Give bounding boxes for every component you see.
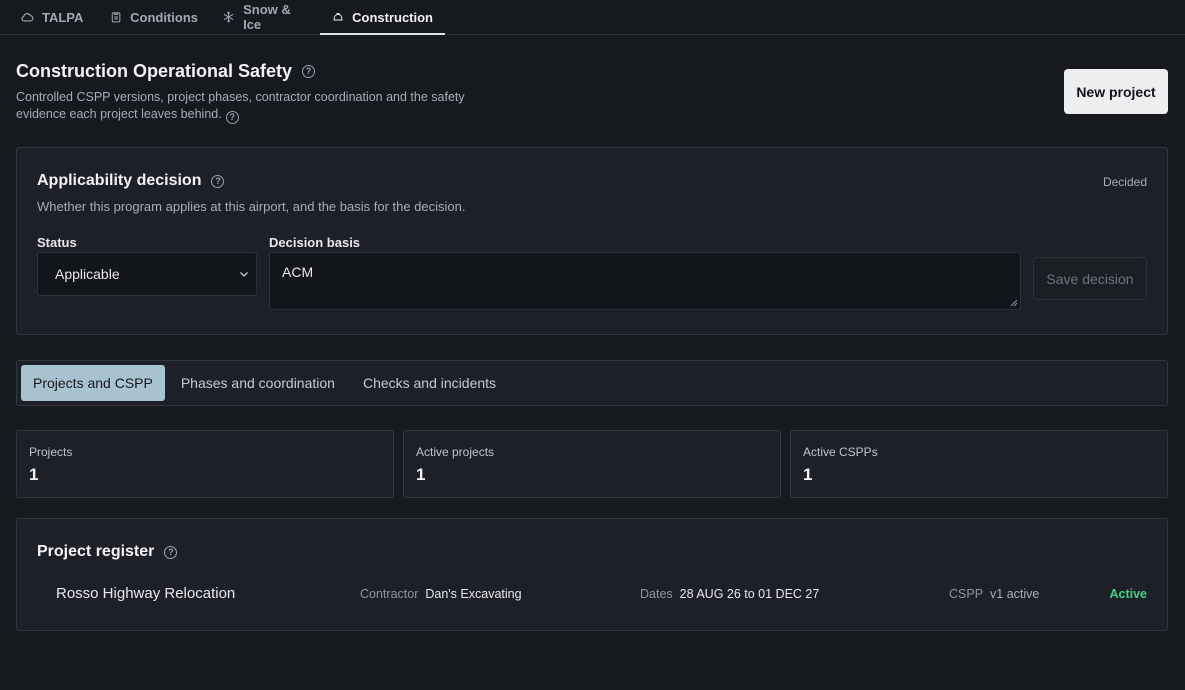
save-decision-button[interactable]: Save decision	[1033, 257, 1147, 300]
chevron-down-icon	[240, 272, 248, 277]
project-name[interactable]: Rosso Highway Relocation	[56, 585, 235, 602]
page-description: Controlled CSPP versions, project phases…	[16, 89, 516, 124]
decision-basis-label: Decision basis	[269, 235, 361, 250]
applicability-subtitle: Whether this program applies at this air…	[37, 199, 466, 214]
tab-talpa-label: TALPA	[42, 9, 84, 25]
applicability-card: Applicability decision ? Decided Whether…	[16, 147, 1168, 335]
project-register-title: Project register ?	[37, 543, 178, 561]
stat-value: 1	[416, 465, 426, 484]
page-title: Construction Operational Safety ?	[16, 61, 316, 82]
tab-conditions[interactable]: Conditions	[98, 0, 210, 34]
contractor-value: Dan's Excavating	[425, 587, 522, 601]
table-row[interactable]: Rosso Highway Relocation Contractor Dan's…	[17, 585, 1167, 607]
cspp-value: v1 active	[990, 587, 1040, 601]
cloud-icon	[21, 13, 34, 22]
tab-construction[interactable]: Construction	[320, 0, 445, 35]
stat-label: Projects	[29, 445, 73, 459]
dates-value: 28 AUG 26 to 01 DEC 27	[679, 587, 820, 601]
applicability-title: Applicability decision ?	[37, 172, 225, 190]
stat-value: 1	[803, 465, 813, 484]
help-icon[interactable]: ?	[225, 111, 239, 124]
stat-active-cspps: Active CSPPs 1	[790, 430, 1168, 498]
new-project-button[interactable]: New project	[1064, 69, 1168, 114]
status-label: Status	[37, 235, 77, 250]
stat-label: Active projects	[416, 445, 495, 459]
stat-value: 1	[29, 465, 39, 484]
stat-label: Active CSPPs	[803, 445, 878, 459]
snowflake-icon	[223, 11, 234, 23]
top-nav: TALPA Conditions Snow & Ice Construction	[0, 0, 1185, 35]
page-description-text: Controlled CSPP versions, project phases…	[16, 90, 465, 121]
decision-basis-value: ACM	[282, 264, 314, 280]
status-select-value: Applicable	[55, 266, 120, 282]
applicability-title-text: Applicability decision	[37, 172, 202, 189]
tab-phases-coordination[interactable]: Phases and coordination	[169, 365, 347, 401]
project-dates: Dates 28 AUG 26 to 01 DEC 27	[640, 587, 819, 601]
tab-conditions-label: Conditions	[130, 9, 198, 25]
status-badge: Active	[1109, 587, 1147, 601]
page-title-text: Construction Operational Safety	[16, 61, 293, 81]
tab-snow-ice[interactable]: Snow & Ice	[210, 0, 320, 34]
project-register: Project register ? Rosso Highway Relocat…	[16, 518, 1168, 631]
hardhat-icon	[333, 13, 343, 21]
dates-key: Dates	[640, 587, 673, 601]
tab-talpa[interactable]: TALPA	[8, 0, 98, 34]
contractor-key: Contractor	[360, 587, 419, 601]
resize-grip-icon[interactable]	[1010, 299, 1018, 307]
tab-snow-ice-label: Snow & Ice	[243, 2, 291, 32]
stat-active-projects: Active projects 1	[403, 430, 781, 498]
help-icon[interactable]: ?	[302, 65, 316, 78]
status-select[interactable]: Applicable	[37, 252, 257, 296]
clipboard-icon	[111, 12, 121, 23]
cspp-key: CSPP	[949, 587, 984, 601]
tab-projects-cspp[interactable]: Projects and CSPP	[21, 365, 165, 401]
project-cspp: CSPP v1 active	[949, 587, 1039, 601]
section-tabs: Projects and CSPP Phases and coordinatio…	[16, 360, 1168, 406]
stat-projects: Projects 1	[16, 430, 394, 498]
help-icon[interactable]: ?	[164, 545, 178, 559]
decision-basis-field[interactable]: ACM	[269, 252, 1021, 310]
project-contractor: Contractor Dan's Excavating	[360, 587, 522, 601]
project-register-title-text: Project register	[37, 543, 155, 560]
decision-state: Decided	[1102, 175, 1147, 189]
tab-checks-incidents[interactable]: Checks and incidents	[351, 365, 508, 401]
tab-construction-label: Construction	[352, 9, 433, 25]
help-icon[interactable]: ?	[211, 174, 225, 188]
